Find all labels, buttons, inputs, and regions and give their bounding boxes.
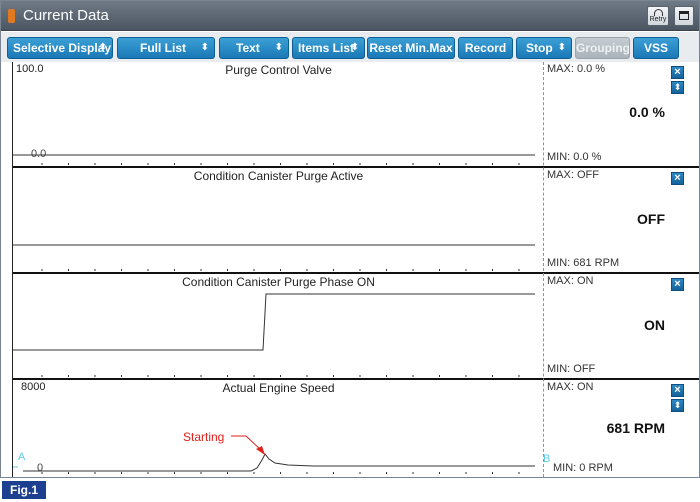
purge-valve-plot	[13, 154, 535, 165]
retry-label: Retry	[649, 16, 667, 23]
graph-panel-engine-speed[interactable]: Actual Engine Speed 8000 0 A Starting	[13, 380, 544, 477]
close-panel-button[interactable]: ×	[671, 66, 684, 79]
record-button[interactable]: Record	[458, 37, 513, 59]
graph-area: Purge Control Valve 100.0 0.0 Condition …	[12, 62, 544, 477]
min-value: MIN: 681 RPM	[547, 257, 620, 269]
current-value: OFF	[637, 211, 665, 227]
max-value: MAX: OFF	[547, 169, 599, 181]
value-panel-purge-control-valve: MAX: 0.0 % 0.0 % MIN: 0.0 % × ⬍	[544, 62, 699, 168]
current-data-window: Current Data Retry Selective Display ⬍ Fu…	[0, 0, 700, 478]
selective-display-label: Selective Display	[13, 41, 112, 55]
min-value: MIN: 0 RPM	[553, 462, 613, 474]
engine-speed-plot	[13, 435, 535, 474]
window-title: Current Data	[23, 7, 109, 24]
grouping-label: Grouping	[576, 41, 630, 55]
cursor-b-marker[interactable]: B	[543, 453, 550, 465]
maximize-button[interactable]	[674, 6, 694, 26]
time-ticks	[41, 375, 520, 377]
full-list-dropdown[interactable]: Full List ⬍	[117, 37, 215, 59]
figure-label: Fig.1	[2, 481, 46, 499]
maximize-icon	[679, 11, 689, 20]
scroll-panel-button[interactable]: ⬍	[671, 399, 684, 412]
close-panel-button[interactable]: ×	[671, 278, 684, 291]
min-value: MIN: OFF	[547, 363, 596, 375]
app-icon	[8, 9, 15, 23]
arrow-head	[256, 446, 265, 455]
max-value: MAX: ON	[547, 381, 594, 393]
canister-purge-active-plot	[13, 244, 535, 271]
dropdown-arrow-icon: ⬍	[274, 42, 283, 53]
record-label: Record	[464, 41, 507, 55]
max-value: MAX: ON	[547, 275, 594, 287]
close-panel-button[interactable]: ×	[671, 172, 684, 185]
current-value: 681 RPM	[606, 420, 665, 436]
retry-icon	[654, 9, 663, 16]
min-value: MIN: 0.0 %	[547, 151, 602, 163]
items-list-label: Items List	[298, 41, 355, 55]
graph-panel-canister-purge-active[interactable]: Condition Canister Purge Active	[13, 168, 544, 274]
value-panel-canister-purge-phase: MAX: ON ON MIN: OFF ×	[544, 274, 699, 380]
text-label: Text	[236, 41, 260, 55]
scroll-panel-button[interactable]: ⬍	[671, 81, 684, 94]
selective-display-dropdown[interactable]: Selective Display ⬍	[7, 37, 113, 59]
full-list-label: Full List	[140, 41, 186, 55]
graph-panel-purge-control-valve[interactable]: Purge Control Valve 100.0 0.0	[13, 62, 544, 168]
time-ticks	[41, 163, 520, 165]
close-panel-button[interactable]: ×	[671, 384, 684, 397]
value-panel-canister-purge-active: MAX: OFF OFF MIN: 681 RPM ×	[544, 168, 699, 274]
time-ticks	[41, 472, 520, 474]
signal-line	[23, 453, 535, 472]
dropdown-arrow-icon: ⬍	[557, 42, 566, 53]
graph-panel-canister-purge-phase[interactable]: Condition Canister Purge Phase ON	[13, 274, 544, 380]
grouping-button[interactable]: Grouping	[575, 37, 630, 59]
reset-min-max-label: Reset Min.Max	[369, 41, 453, 55]
dropdown-arrow-icon: ⬍	[200, 42, 209, 53]
retry-button[interactable]: Retry	[647, 6, 669, 26]
dropdown-arrow-icon: ⬍	[350, 42, 359, 53]
reset-min-max-button[interactable]: Reset Min.Max	[367, 37, 455, 59]
toolbar: Selective Display ⬍ Full List ⬍ Text ⬍ Item…	[1, 32, 699, 62]
stop-label: Stop	[526, 41, 553, 55]
value-area: MAX: 0.0 % 0.0 % MIN: 0.0 % × ⬍ MAX: OFF…	[543, 62, 699, 477]
stop-dropdown[interactable]: Stop ⬍	[516, 37, 572, 59]
canister-purge-phase-plot	[13, 293, 535, 377]
vss-button[interactable]: VSS	[633, 37, 679, 59]
title-bar: Current Data Retry	[1, 1, 699, 31]
current-value: 0.0 %	[629, 104, 665, 120]
dropdown-arrow-icon: ⬍	[98, 42, 107, 53]
time-ticks	[41, 269, 520, 271]
current-value: ON	[644, 317, 665, 333]
signal-line	[13, 293, 535, 351]
max-value: MAX: 0.0 %	[547, 63, 606, 75]
value-panel-engine-speed: MAX: ON 681 RPM B MIN: 0 RPM × ⬍	[543, 380, 699, 477]
text-dropdown[interactable]: Text ⬍	[219, 37, 289, 59]
vss-label: VSS	[643, 41, 668, 55]
items-list-dropdown[interactable]: Items List ⬍	[292, 37, 365, 59]
